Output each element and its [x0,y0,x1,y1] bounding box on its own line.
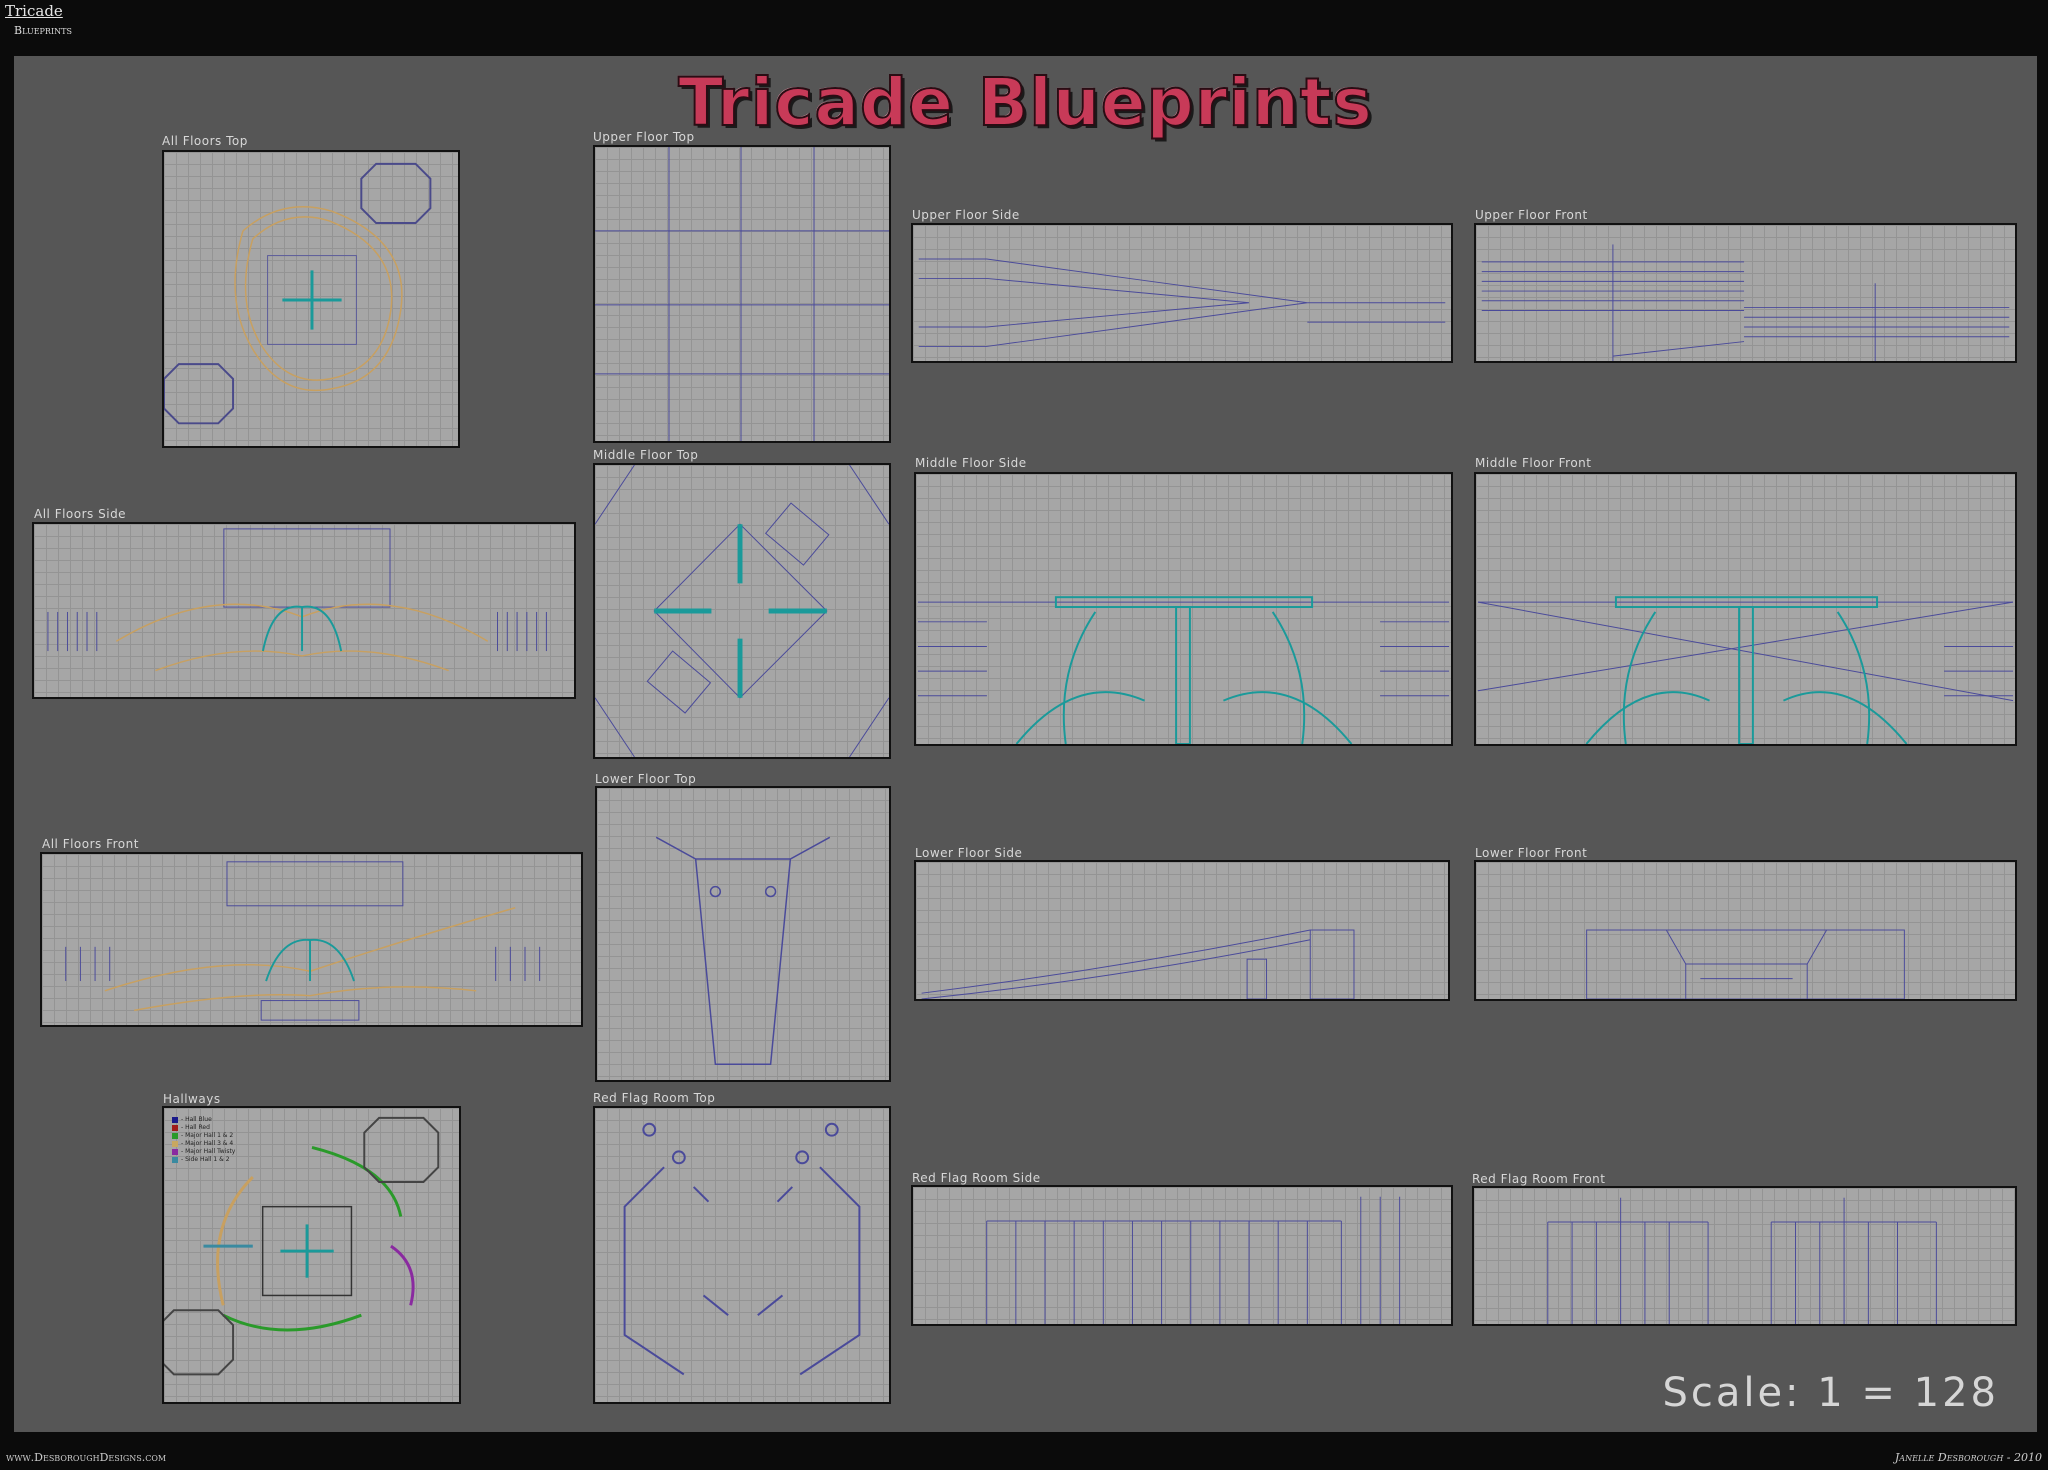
label-middle-floor-side: Middle Floor Side [915,456,1027,470]
panel-red-flag-room-front [1472,1186,2017,1326]
scale-label: Scale: 1 = 128 [1662,1370,1999,1416]
upper-floor-front-drawing [1481,244,2010,361]
label-middle-floor-top: Middle Floor Top [593,448,699,462]
panel-lower-floor-top [595,786,891,1082]
label-hallways: Hallways [163,1092,221,1106]
panel-lower-floor-front [1474,860,2017,1001]
middle-floor-side-drawing [917,596,1450,744]
lower-floor-top-drawing [655,836,831,1065]
label-red-flag-room-front: Red Flag Room Front [1472,1172,1606,1186]
site-title[interactable]: Tricade [5,2,63,20]
middle-floor-top-drawing [595,465,889,757]
hallways-drawing [164,1116,440,1376]
panel-upper-floor-top [593,145,891,443]
label-middle-floor-front: Middle Floor Front [1475,456,1592,470]
footer-website-link[interactable]: www.DesboroughDesigns.com [6,1451,166,1464]
panel-all-floors-side [32,522,576,699]
label-upper-floor-front: Upper Floor Front [1475,208,1588,222]
panel-middle-floor-side [914,472,1453,746]
red-flag-room-top-drawing [623,1122,861,1376]
lower-floor-side-drawing [921,929,1355,999]
site-subtitle: Blueprints [14,24,72,37]
label-upper-floor-side: Upper Floor Side [912,208,1020,222]
label-lower-floor-side: Lower Floor Side [915,846,1023,860]
panel-red-flag-room-side [911,1185,1453,1326]
label-lower-floor-top: Lower Floor Top [595,772,697,786]
middle-floor-front-drawing [1477,596,2014,744]
upper-floor-top-drawing [595,147,889,441]
label-all-floors-top: All Floors Top [162,134,248,148]
panel-middle-floor-front [1474,472,2017,746]
all-floors-front-drawing [65,861,541,1021]
panel-middle-floor-top [593,463,891,759]
label-lower-floor-front: Lower Floor Front [1475,846,1588,860]
label-all-floors-front: All Floors Front [42,837,139,851]
all-floors-side-drawing [47,528,547,672]
red-flag-room-side-drawing [986,1196,1401,1324]
label-red-flag-room-top: Red Flag Room Top [593,1091,716,1105]
label-all-floors-side: All Floors Side [34,507,127,521]
blueprint-board: Tricade Blueprints All Floors Top All Fl… [14,56,2037,1432]
panel-upper-floor-front [1474,223,2017,363]
panel-lower-floor-side [914,860,1450,1001]
panel-all-floors-front [40,852,583,1027]
label-upper-floor-top: Upper Floor Top [593,130,695,144]
label-red-flag-room-side: Red Flag Room Side [912,1171,1041,1185]
red-flag-room-front-drawing [1547,1197,1937,1324]
upper-floor-side-drawing [918,258,1446,347]
lower-floor-front-drawing [1586,929,1905,999]
all-floors-top-drawing [164,162,432,425]
panel-red-flag-room-top [593,1106,891,1404]
panel-all-floors-top [162,150,460,448]
panel-upper-floor-side [911,223,1453,363]
panel-hallways: - Hall Blue - Hall Red - Major Hall 1 & … [162,1106,461,1404]
footer-credit: Janelle Desborough - 2010 [1894,1451,2042,1464]
board-title: Tricade Blueprints [677,63,1373,142]
